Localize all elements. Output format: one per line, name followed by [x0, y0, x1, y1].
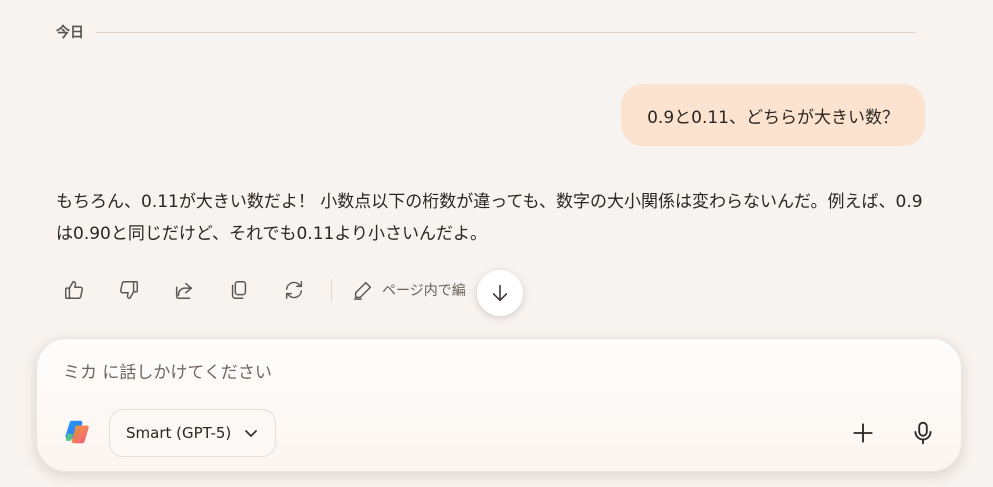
- model-label: Smart (GPT-5): [126, 424, 232, 442]
- thumbs-up-icon: [65, 281, 83, 299]
- user-message-bubble: 0.9と0.11、どちらが大きい数？: [621, 84, 925, 146]
- copy-button[interactable]: [221, 272, 257, 308]
- add-attachment-button[interactable]: [845, 415, 881, 451]
- scroll-to-bottom-button[interactable]: [477, 270, 523, 316]
- copy-icon: [231, 281, 247, 299]
- regenerate-button[interactable]: [276, 272, 312, 308]
- assistant-message: もちろん、0.11が大きい数だよ！ 小数点以下の桁数が違っても、数字の大小関係は…: [56, 192, 923, 244]
- microphone-icon: [914, 421, 932, 445]
- edit-pen-icon: [354, 281, 372, 300]
- share-button[interactable]: [166, 272, 202, 308]
- share-icon: [175, 282, 193, 299]
- divider-line: [96, 31, 916, 33]
- date-divider: 今日: [56, 20, 916, 44]
- microphone-button[interactable]: [905, 415, 941, 451]
- action-separator: [331, 279, 332, 301]
- message-composer: Smart (GPT-5): [36, 338, 962, 472]
- refresh-icon: [285, 281, 303, 299]
- copilot-logo-icon: [65, 420, 89, 444]
- message-actions: ページ内で編 す: [56, 272, 524, 308]
- user-message-text: 0.9と0.11、どちらが大きい数？: [647, 107, 899, 128]
- like-button[interactable]: [56, 272, 92, 308]
- message-input[interactable]: [61, 355, 825, 391]
- arrow-down-icon: [492, 284, 508, 302]
- date-label: 今日: [56, 25, 84, 41]
- plus-icon: [853, 423, 873, 443]
- find-in-page-label-left: ページ内で編: [382, 283, 466, 299]
- dislike-button[interactable]: [111, 272, 147, 308]
- model-selector[interactable]: Smart (GPT-5): [109, 409, 277, 457]
- chevron-down-icon: [245, 430, 258, 437]
- thumbs-down-icon: [120, 281, 138, 299]
